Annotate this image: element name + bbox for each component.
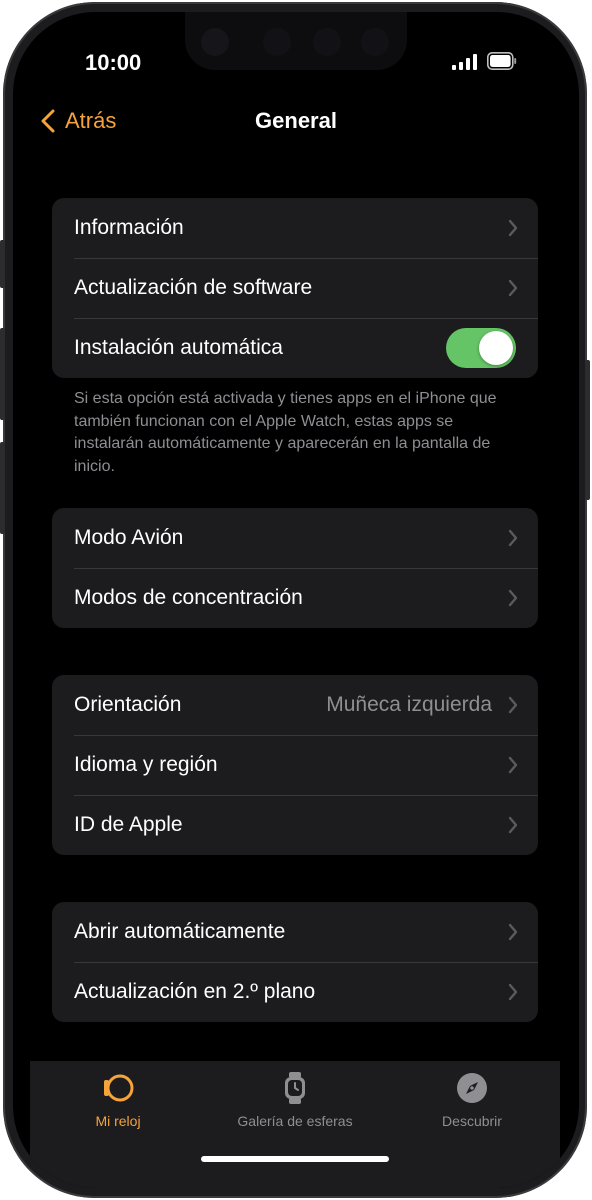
chevron-right-icon <box>508 816 518 834</box>
sensor-dot <box>263 28 291 56</box>
tab-label: Mi reloj <box>95 1113 141 1129</box>
chevron-right-icon <box>508 279 518 297</box>
chevron-right-icon <box>508 983 518 1001</box>
row-label: Información <box>74 216 184 239</box>
row-label: Abrir automáticamente <box>74 920 286 943</box>
chevron-right-icon <box>508 529 518 547</box>
footnote-instalacion: Si esta opción está activada y tienes ap… <box>74 390 497 475</box>
camera-lens <box>201 28 229 56</box>
toggle-knob <box>479 331 513 365</box>
row-label: ID de Apple <box>74 813 183 836</box>
instalacion-automatica-toggle[interactable] <box>446 328 516 368</box>
watch-face-icon <box>285 1072 305 1104</box>
screen: 10:00 Atrás General Información Actualiz… <box>13 12 579 1188</box>
row-abrir-automaticamente[interactable]: Abrir automáticamente <box>52 902 538 962</box>
orientacion-value: Muñeca izquierda <box>326 693 492 716</box>
status-time: 10:00 <box>85 50 142 75</box>
row-id-apple[interactable]: ID de Apple <box>52 795 538 855</box>
settings-group-modes: Modo Avión Modos de concentración <box>52 508 538 628</box>
sensor-dot <box>313 28 341 56</box>
sensor-dot <box>361 28 389 56</box>
settings-group-region: Orientación Muñeca izquierda Idioma y re… <box>52 675 538 855</box>
row-label: Actualización en 2.º plano <box>74 980 316 1003</box>
row-modos-concentracion[interactable]: Modos de concentración <box>52 568 538 628</box>
dynamic-island <box>185 12 407 70</box>
side-button <box>585 360 590 500</box>
home-indicator[interactable] <box>201 1156 389 1162</box>
row-modo-avion[interactable]: Modo Avión <box>52 508 538 568</box>
chevron-right-icon <box>508 696 518 714</box>
tab-mi-reloj[interactable]: Mi reloj <box>33 1061 203 1141</box>
battery-icon <box>487 52 517 70</box>
volume-up-button <box>0 328 5 420</box>
action-button <box>0 240 5 288</box>
chevron-right-icon <box>508 589 518 607</box>
tab-galeria-esferas[interactable]: Galería de esferas <box>210 1061 380 1141</box>
page-title: General <box>255 108 337 133</box>
chevron-right-icon <box>508 923 518 941</box>
chevron-right-icon <box>508 219 518 237</box>
watch-icon <box>104 1074 134 1102</box>
cellular-signal-icon <box>452 54 477 70</box>
tab-label: Descubrir <box>442 1113 502 1129</box>
settings-group-apps: Abrir automáticamente Actualización en 2… <box>52 902 538 1022</box>
row-label: Idioma y región <box>74 753 218 776</box>
row-label: Instalación automática <box>74 336 283 359</box>
row-label: Actualización de software <box>74 276 313 299</box>
tab-descubrir[interactable]: Descubrir <box>387 1061 557 1141</box>
settings-group-general: Información Actualización de software In… <box>52 198 538 378</box>
compass-icon <box>457 1073 487 1103</box>
tab-bar: Mi reloj Galería de esferas Descubrir <box>30 1061 560 1188</box>
row-label: Modo Avión <box>74 526 184 549</box>
row-informacion[interactable]: Información <box>52 198 538 258</box>
volume-down-button <box>0 442 5 534</box>
tab-label: Galería de esferas <box>237 1113 353 1129</box>
row-idioma-region[interactable]: Idioma y región <box>52 735 538 795</box>
row-instalacion-automatica: Instalación automática <box>52 318 538 378</box>
row-actualizacion-segundo-plano[interactable]: Actualización en 2.º plano <box>52 962 538 1022</box>
row-orientacion[interactable]: Orientación Muñeca izquierda <box>52 675 538 735</box>
row-actualizacion-software[interactable]: Actualización de software <box>52 258 538 318</box>
row-label: Modos de concentración <box>74 586 303 609</box>
row-label: Orientación <box>74 693 182 716</box>
chevron-right-icon <box>508 756 518 774</box>
